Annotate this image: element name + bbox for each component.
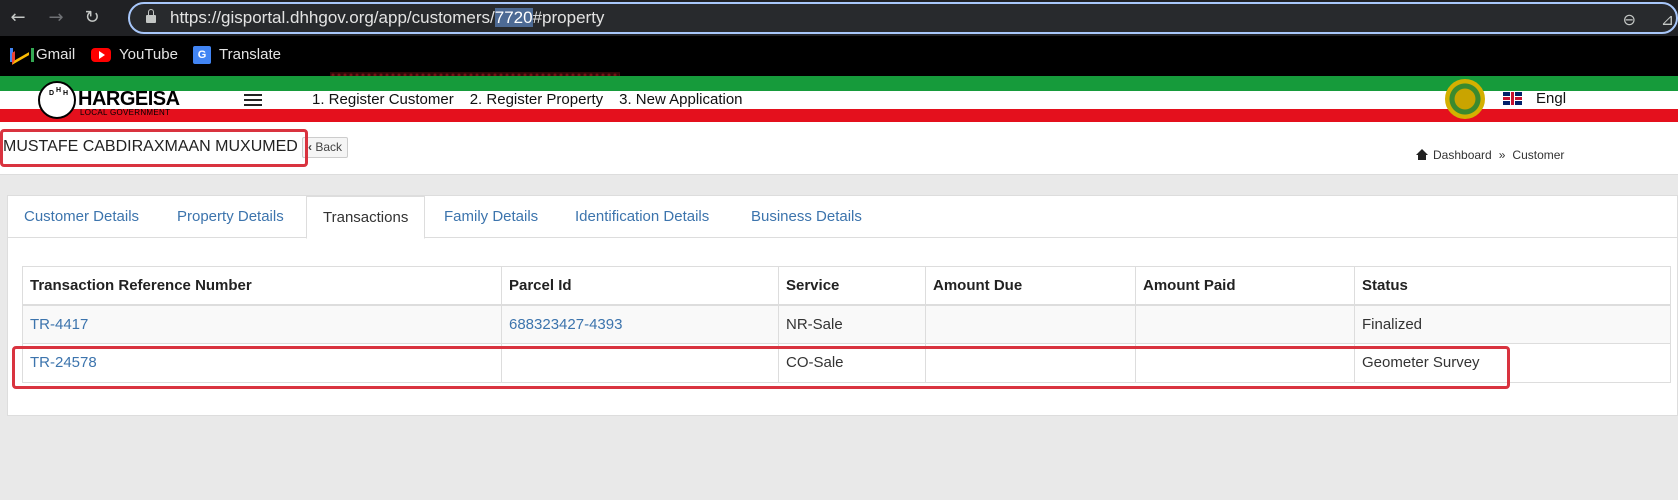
nav-register-customer[interactable]: 1. Register Customer	[312, 91, 454, 109]
cell-amount-paid	[1135, 304, 1355, 344]
breadcrumb-dashboard[interactable]: Dashboard	[1433, 148, 1492, 162]
col-parcel-id: Parcel Id	[501, 266, 779, 306]
site-logo[interactable]: D H H HARGEISA LOCAL GOVERNMENT	[38, 81, 183, 119]
youtube-icon	[91, 48, 111, 63]
bookmark-translate[interactable]: G Translate	[193, 46, 281, 65]
cell-status: Finalized	[1354, 304, 1671, 344]
browser-toolbar: ← → ↻ https://gisportal.dhhgov.org/app/c…	[0, 0, 1678, 36]
breadcrumb-customer[interactable]: Customer	[1512, 148, 1564, 162]
cell-parcel: 688323427-4393	[501, 304, 779, 344]
back-button[interactable]: ‹ Back	[302, 137, 349, 158]
nav-register-property[interactable]: 2. Register Property	[470, 91, 603, 109]
header-stripe-red	[0, 109, 1678, 122]
tab-family-details[interactable]: Family Details	[428, 196, 554, 238]
col-amount-due: Amount Due	[925, 266, 1136, 306]
bookmark-gmail[interactable]: Gmail	[10, 46, 75, 63]
nav-new-application[interactable]: 3. New Application	[619, 91, 742, 109]
reload-icon[interactable]: ↻	[80, 6, 104, 30]
tab-business-details[interactable]: Business Details	[735, 196, 878, 238]
annotation-highlight-name	[0, 129, 308, 167]
cell-ref: TR-4417	[22, 304, 502, 344]
logo-subtitle: LOCAL GOVERNMENT	[80, 108, 171, 117]
logo-emblem: D H H	[38, 81, 76, 119]
tab-bar: Customer Details Property Details Transa…	[8, 196, 1678, 239]
header-stripe-green	[0, 76, 1678, 91]
translate-icon: G	[193, 46, 211, 65]
col-transaction-ref: Transaction Reference Number	[22, 266, 502, 306]
chart-icon[interactable]: ⊿	[1661, 10, 1674, 29]
back-arrow-icon[interactable]: ←	[6, 6, 30, 30]
tab-customer-details[interactable]: Customer Details	[8, 196, 155, 238]
transaction-link[interactable]: TR-4417	[30, 316, 88, 333]
forward-arrow-icon[interactable]: →	[44, 6, 68, 30]
table-header-row: Transaction Reference Number Parcel Id S…	[22, 266, 1671, 306]
col-status: Status	[1354, 266, 1671, 306]
bookmarks-bar: Gmail YouTube G Translate	[0, 36, 1678, 94]
zoom-icon[interactable]: ⊖	[1623, 10, 1636, 29]
tab-property-details[interactable]: Property Details	[161, 196, 300, 238]
table-row: TR-4417 688323427-4393 NR-Sale Finalized	[22, 304, 1671, 344]
home-icon	[1416, 149, 1428, 160]
cell-amount-due	[925, 304, 1136, 344]
uk-flag-icon[interactable]	[1503, 92, 1522, 105]
col-amount-paid: Amount Paid	[1135, 266, 1355, 306]
bookmark-youtube[interactable]: YouTube	[91, 46, 178, 63]
tab-identification-details[interactable]: Identification Details	[559, 196, 725, 238]
cell-service: NR-Sale	[778, 304, 926, 344]
top-navigation: 1. Register Customer 2. Register Propert…	[312, 91, 743, 109]
lock-icon	[146, 9, 156, 23]
url-selection[interactable]: 7720	[494, 8, 533, 27]
tab-transactions[interactable]: Transactions	[306, 196, 426, 239]
annotation-highlight-row	[12, 346, 1510, 389]
breadcrumb: Dashboard» Customer	[1416, 148, 1564, 162]
url-text[interactable]: https://gisportal.dhhgov.org/app/custome…	[170, 8, 604, 28]
gmail-icon	[10, 48, 34, 63]
col-service: Service	[778, 266, 926, 306]
page-title-bar: MUSTAFE CABDIRAXMAAN MUXUMED ‹ Back Dash…	[0, 122, 1678, 175]
menu-icon[interactable]	[244, 94, 262, 106]
parcel-link[interactable]: 688323427-4393	[509, 316, 622, 333]
government-emblem-icon	[1445, 79, 1485, 119]
address-bar[interactable]: https://gisportal.dhhgov.org/app/custome…	[128, 2, 1678, 34]
language-selector[interactable]: Engl	[1536, 90, 1566, 107]
